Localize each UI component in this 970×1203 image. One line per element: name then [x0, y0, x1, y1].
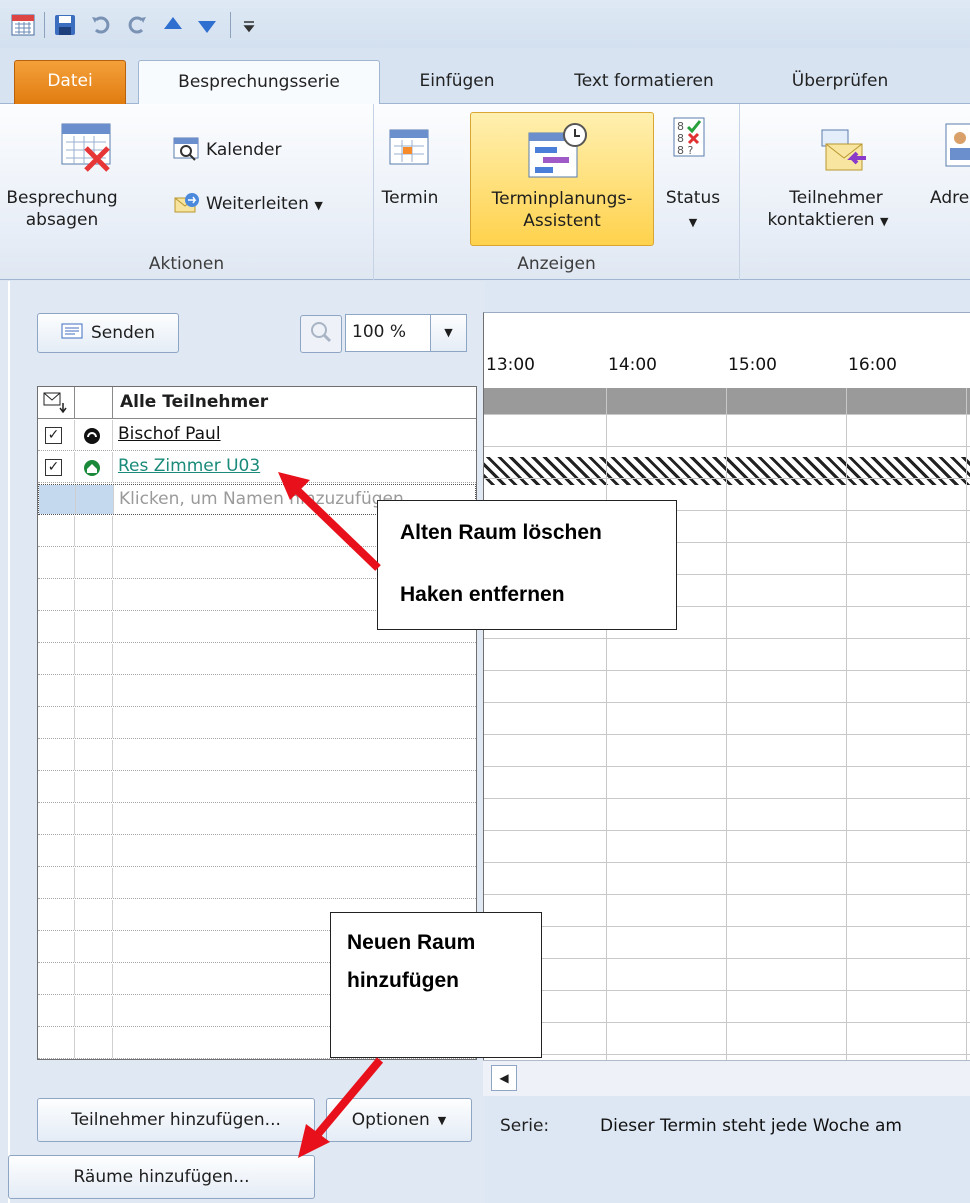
- arrow-to-raeume-button: [298, 1057, 384, 1158]
- annotation-arrows: [278, 472, 384, 1158]
- arrow-to-room: [278, 472, 381, 571]
